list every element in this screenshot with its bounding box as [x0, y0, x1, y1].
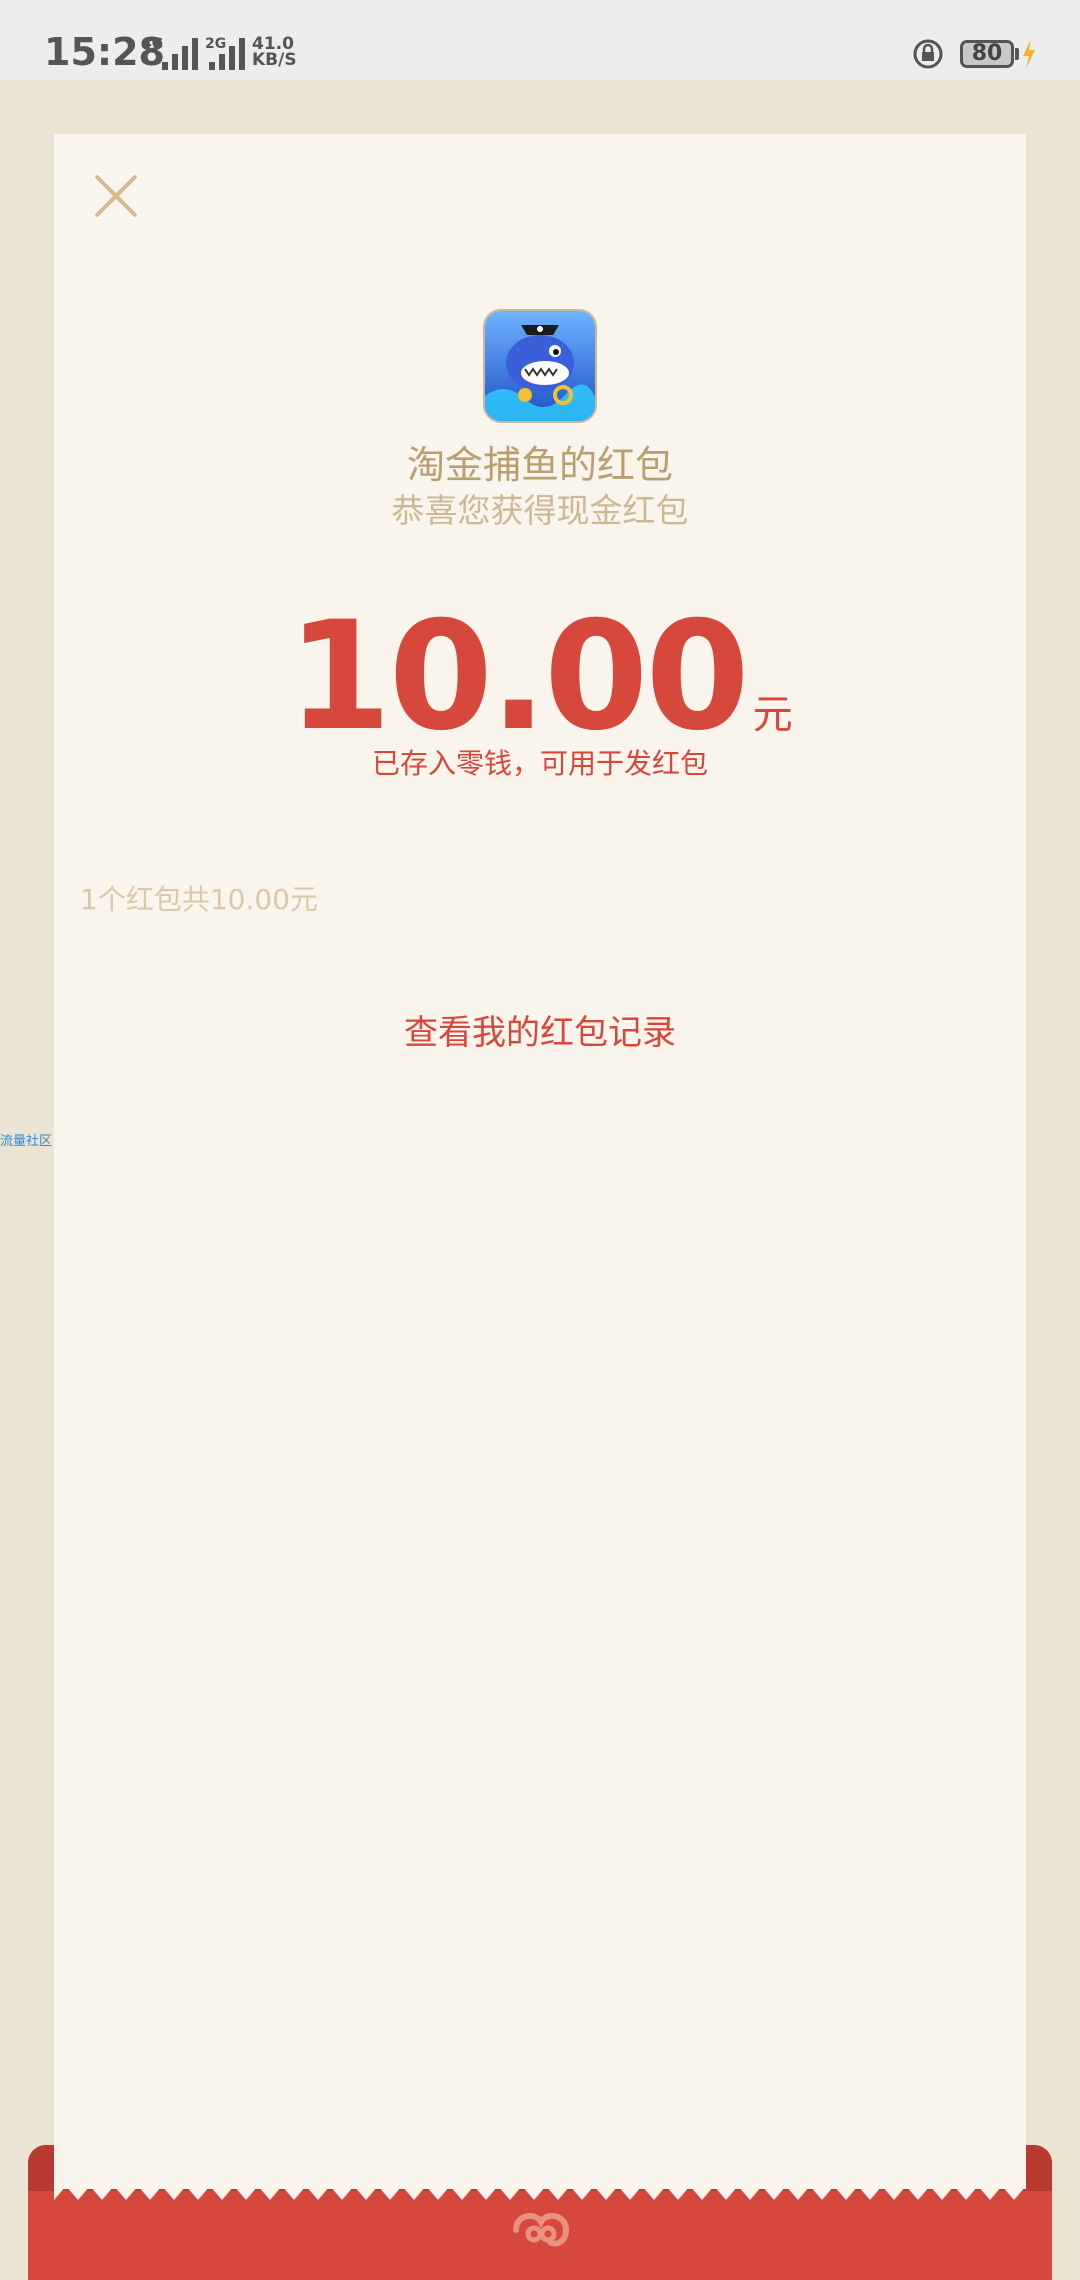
network-speed: 41.0 KB/S — [252, 36, 297, 70]
card-zigzag-edge — [54, 2180, 1026, 2200]
speed-unit: KB/S — [252, 50, 297, 70]
charging-bolt-icon — [1023, 39, 1035, 69]
status-bar: 15:28 4G 2G 41.0 KB/S 80 — [0, 0, 1080, 80]
amount-unit: 元 — [752, 692, 793, 738]
app-icon-shark — [485, 311, 595, 421]
lock-rotation-icon — [913, 39, 943, 69]
signal-4g-icon — [158, 36, 204, 70]
red-packet-subtitle: 恭喜您获得现金红包 — [391, 491, 689, 530]
close-icon[interactable] — [92, 172, 140, 220]
amount-display: 10.00 元 — [0, 590, 1080, 764]
red-packet-title: 淘金捕鱼的红包 — [406, 443, 673, 487]
view-red-packet-records-link[interactable]: 查看我的红包记录 — [0, 1005, 1080, 1054]
battery-tip — [1015, 48, 1019, 60]
red-packet-logo-icon — [513, 2212, 570, 2247]
signal-2g-icon — [205, 36, 251, 70]
deposit-note: 已存入零钱，可用于发红包 — [371, 747, 708, 780]
traffic-community-link[interactable]: 流量社区 — [0, 1130, 52, 1149]
amount-value: 10.00 — [287, 590, 749, 764]
packet-count-summary: 1个红包共10.00元 — [80, 883, 318, 916]
battery-icon: 80 — [960, 40, 1014, 68]
